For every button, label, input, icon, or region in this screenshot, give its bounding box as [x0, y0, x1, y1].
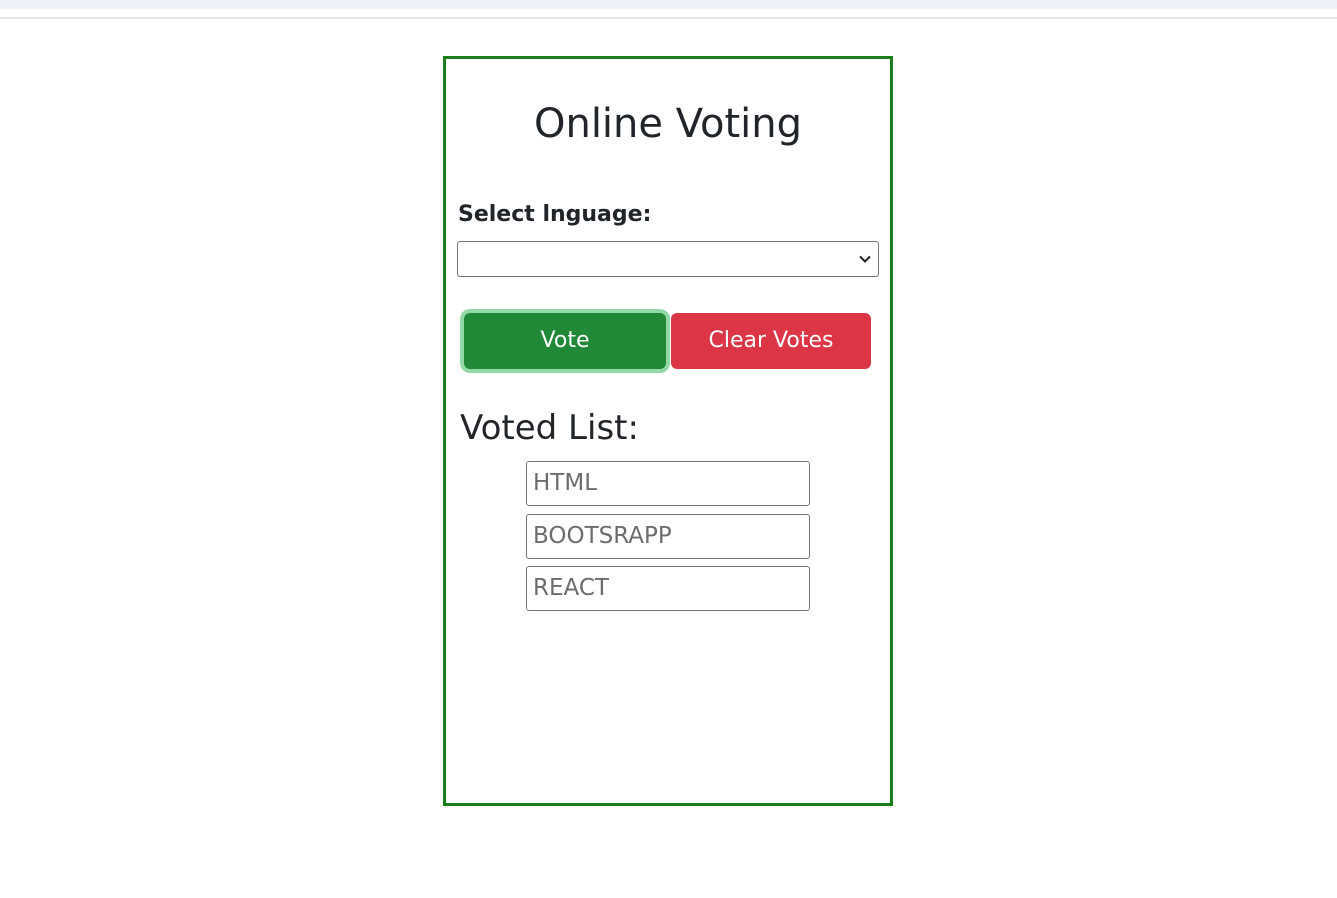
voted-item-react[interactable]: REACT	[526, 566, 810, 611]
voting-card: Online Voting Select lnguage: Vote Clear…	[443, 56, 893, 806]
browser-top-divider	[0, 17, 1337, 19]
language-select[interactable]	[457, 241, 879, 277]
browser-top-strip	[0, 0, 1337, 9]
chevron-down-icon	[859, 255, 871, 263]
clear-votes-button[interactable]: Clear Votes	[671, 313, 871, 369]
vote-button[interactable]: Vote	[464, 313, 666, 369]
page-title: Online Voting	[533, 101, 802, 147]
voted-item-bootstrap[interactable]: BOOTSRAPP	[526, 514, 810, 559]
voted-item-html[interactable]: HTML	[526, 461, 810, 506]
voted-list-heading: Voted List:	[460, 408, 639, 448]
language-select-label: Select lnguage:	[458, 202, 652, 227]
